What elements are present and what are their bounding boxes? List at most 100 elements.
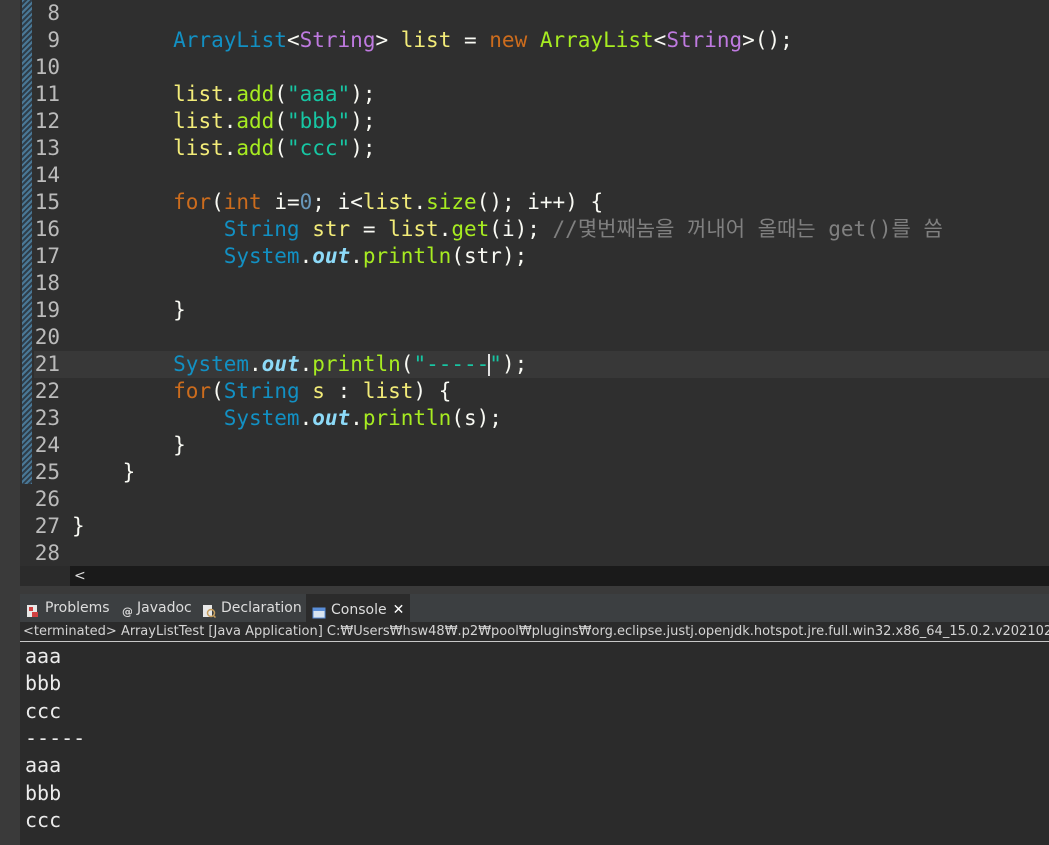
line-number: 10 — [34, 55, 60, 79]
tab-javadoc[interactable]: @ Javadoc — [116, 594, 196, 622]
code-area[interactable]: 89 ArrayList<String> list = new ArrayLis… — [34, 0, 1049, 566]
code-token: println — [362, 406, 452, 430]
code-text: list.add("bbb"); — [72, 108, 375, 135]
code-token: for — [173, 379, 212, 403]
code-token: String — [223, 379, 313, 403]
code-token: "aaa" — [286, 82, 351, 106]
code-token: ); — [514, 217, 553, 241]
code-token: list — [173, 82, 224, 106]
line-number: 23 — [34, 406, 60, 430]
code-text: ArrayList<String> list = new ArrayList<S… — [72, 27, 793, 54]
code-token: . — [350, 244, 363, 268]
code-token: = — [350, 217, 389, 241]
code-line[interactable]: 12 list.add("bbb"); — [34, 108, 1049, 135]
editor-bottom-border — [20, 586, 1049, 594]
code-token: ( — [211, 379, 224, 403]
code-token: println — [312, 352, 401, 376]
tab-console[interactable]: Console ✕ — [306, 594, 410, 622]
code-text: list.add("aaa"); — [72, 81, 376, 108]
code-token: . — [223, 82, 237, 106]
code-token: ) { — [413, 379, 452, 403]
console-output-line: bbb — [25, 671, 62, 696]
line-number: 28 — [34, 541, 60, 565]
declaration-icon — [202, 600, 217, 619]
line-number: 17 — [34, 244, 60, 268]
code-token: ); — [501, 352, 528, 376]
code-token: . — [438, 217, 452, 241]
code-text: System.out.println("-----"); — [72, 351, 527, 378]
code-line[interactable]: 20 — [34, 324, 1049, 351]
scroll-left-icon[interactable]: < — [74, 566, 86, 586]
current-code-line[interactable]: 21 System.out.println("-----"); — [34, 351, 1049, 378]
code-token: add — [236, 82, 275, 106]
code-line[interactable]: 18 — [34, 270, 1049, 297]
console-output-line: bbb — [25, 780, 62, 805]
line-number: 26 — [34, 487, 60, 511]
code-token: String — [223, 217, 313, 241]
view-tab-bar: Problems @ Javadoc Declaration Console ✕ — [20, 594, 1049, 622]
code-line[interactable]: 17 System.out.println(str); — [34, 243, 1049, 270]
code-text: String str = list.get(i); //몇번째놈을 꺼내어 올때… — [72, 216, 943, 243]
code-line[interactable]: 27} — [34, 513, 1049, 540]
code-token: i< — [337, 190, 363, 214]
code-line[interactable]: 25 } — [34, 459, 1049, 486]
left-window-edge — [0, 0, 20, 845]
code-token: s — [312, 379, 325, 403]
code-token: = — [451, 28, 490, 52]
code-line[interactable]: 10 — [34, 54, 1049, 81]
code-line[interactable]: 23 System.out.println(s); — [34, 405, 1049, 432]
code-token: list — [362, 190, 414, 214]
code-token: get — [451, 217, 490, 241]
code-token: 0 — [299, 190, 313, 214]
code-line[interactable]: 13 list.add("ccc"); — [34, 135, 1049, 162]
code-token: : — [324, 379, 363, 403]
code-token: . — [413, 190, 427, 214]
code-token: i++) { — [527, 190, 604, 214]
code-token: s — [464, 406, 477, 430]
code-token: list — [400, 28, 452, 52]
code-editor[interactable]: 89 ArrayList<String> list = new ArrayLis… — [20, 0, 1049, 566]
code-token: add — [236, 109, 275, 133]
code-token: < — [286, 28, 300, 52]
code-token: ); — [350, 82, 376, 106]
tab-declaration[interactable]: Declaration — [196, 594, 304, 622]
code-line[interactable]: 22 for(String s : list) { — [34, 378, 1049, 405]
code-line[interactable]: 9 ArrayList<String> list = new ArrayList… — [34, 27, 1049, 54]
code-token: ( — [451, 406, 464, 430]
code-token: ); — [476, 406, 502, 430]
console-output-line: aaa — [25, 644, 62, 668]
changed-lines-marker — [22, 0, 32, 484]
code-token: list — [173, 109, 224, 133]
tab-label: Declaration — [221, 600, 302, 616]
code-line[interactable]: 26 — [34, 486, 1049, 513]
close-icon[interactable]: ✕ — [393, 602, 405, 618]
code-token: println — [362, 244, 452, 268]
code-line[interactable]: 14 — [34, 162, 1049, 189]
code-text: } — [72, 459, 136, 486]
line-number: 14 — [34, 163, 60, 187]
code-line[interactable]: 16 String str = list.get(i); //몇번째놈을 꺼내어… — [34, 216, 1049, 243]
code-line[interactable]: 15 for(int i=0; i<list.size(); i++) { — [34, 189, 1049, 216]
code-line[interactable]: 8 — [34, 0, 1049, 27]
code-line[interactable]: 28 — [34, 540, 1049, 566]
horizontal-scrollbar[interactable]: < — [70, 566, 1049, 586]
code-token: ArrayList — [539, 28, 654, 52]
code-token: str — [464, 244, 502, 268]
code-token: list — [362, 379, 414, 403]
code-text: } — [72, 513, 85, 540]
console-output[interactable]: aaa bbb ccc ----- aaa bbb ccc — [20, 643, 1049, 845]
line-number: 25 — [34, 460, 60, 484]
code-line[interactable]: 11 list.add("aaa"); — [34, 81, 1049, 108]
javadoc-icon: @ — [122, 600, 133, 618]
code-text: } — [72, 297, 186, 324]
code-line[interactable]: 19 } — [34, 297, 1049, 324]
code-line[interactable]: 24 } — [34, 432, 1049, 459]
tab-problems[interactable]: Problems — [20, 594, 116, 622]
